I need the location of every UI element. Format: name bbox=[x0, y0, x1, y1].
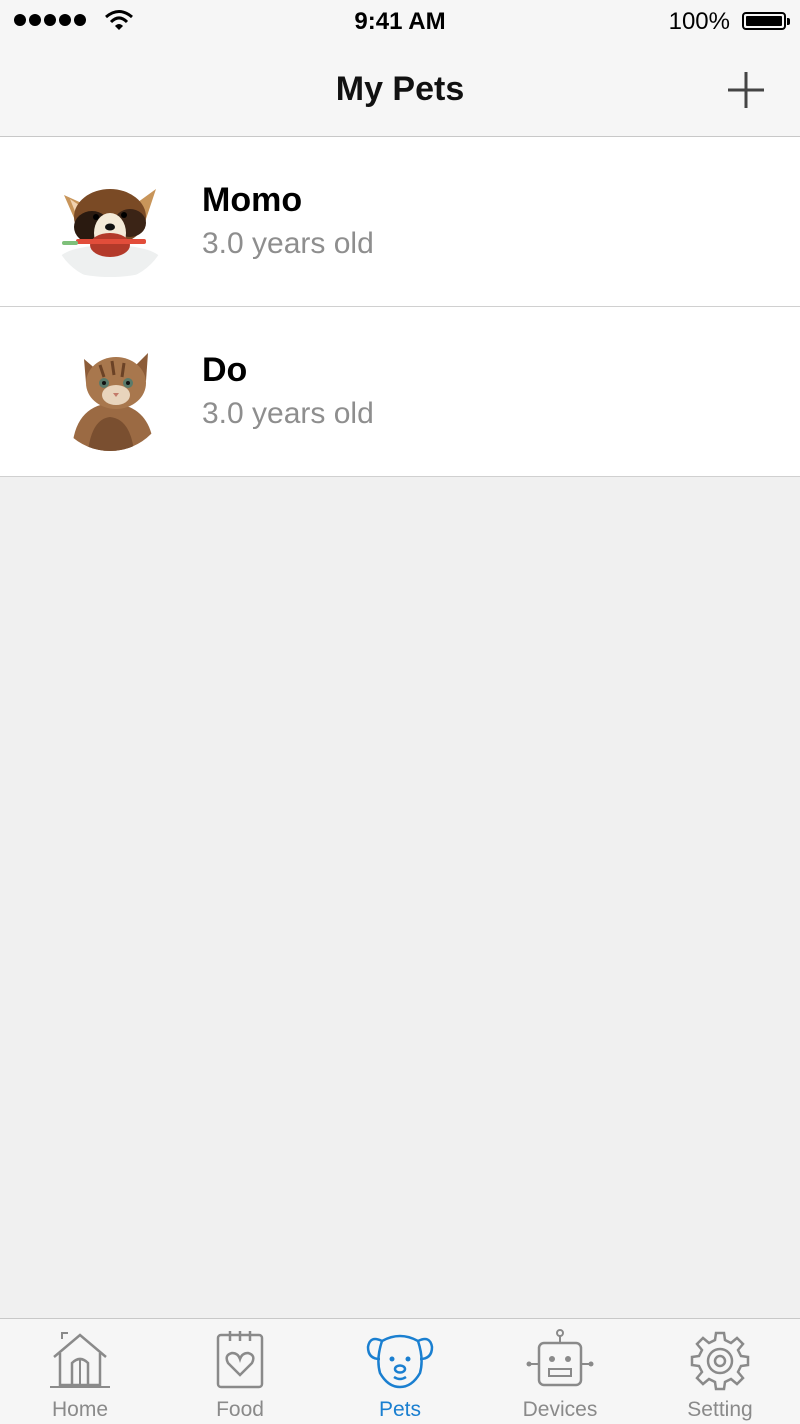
tab-devices[interactable]: Devices bbox=[480, 1319, 640, 1424]
gear-icon bbox=[690, 1331, 750, 1391]
tab-home[interactable]: Home bbox=[0, 1319, 160, 1424]
battery-icon bbox=[742, 12, 790, 30]
home-icon bbox=[50, 1332, 110, 1388]
pet-avatar bbox=[52, 335, 168, 451]
page-title: My Pets bbox=[335, 70, 465, 108]
tab-pets[interactable]: Pets bbox=[320, 1319, 480, 1424]
tab-label: Pets bbox=[378, 1398, 422, 1421]
list-item[interactable]: Momo 3.0 years old bbox=[0, 137, 800, 307]
tab-food[interactable]: Food bbox=[160, 1319, 320, 1424]
pet-age: 3.0 years old bbox=[202, 227, 374, 260]
pet-name: Do bbox=[202, 351, 248, 389]
corgi-puppy-icon bbox=[52, 165, 168, 281]
navigation-bar: My Pets bbox=[0, 44, 800, 137]
plus-icon bbox=[728, 72, 764, 108]
pet-list: Momo 3.0 years old Do 3.0 years old bbox=[0, 137, 800, 477]
tab-label: Food bbox=[216, 1398, 264, 1421]
dog-icon bbox=[366, 1334, 434, 1389]
tabby-kitten-icon bbox=[52, 335, 168, 451]
pet-avatar bbox=[52, 165, 168, 281]
add-pet-button[interactable] bbox=[722, 66, 770, 114]
status-bar: 9:41 AM 100% bbox=[0, 0, 800, 44]
tab-setting[interactable]: Setting bbox=[640, 1319, 800, 1424]
robot-icon bbox=[526, 1329, 594, 1387]
list-item[interactable]: Do 3.0 years old bbox=[0, 307, 800, 477]
pet-age: 3.0 years old bbox=[202, 397, 374, 430]
battery-percent: 100% bbox=[668, 8, 730, 35]
tab-label: Setting bbox=[687, 1398, 753, 1421]
tab-label: Home bbox=[51, 1398, 109, 1421]
tab-label: Devices bbox=[522, 1398, 598, 1421]
pet-name: Momo bbox=[202, 181, 303, 219]
food-icon bbox=[216, 1331, 264, 1389]
tab-bar: Home Food Pets Devices Setting bbox=[0, 1318, 800, 1424]
